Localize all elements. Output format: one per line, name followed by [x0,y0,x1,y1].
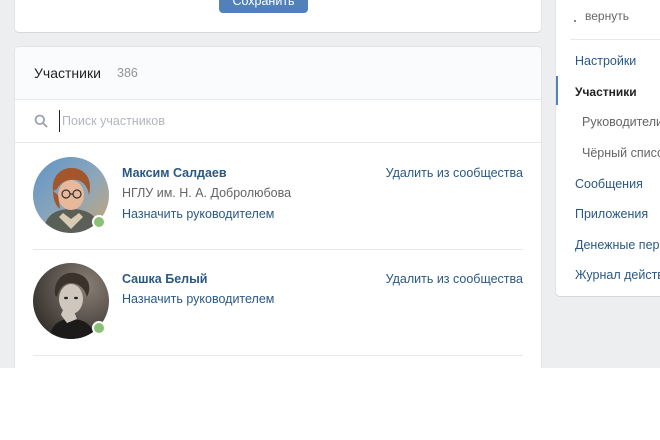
active-indicator [556,76,558,105]
member-subtitle: НГЛУ им. Н. А. Добролюбова [122,186,292,200]
menu-item-money-transfers[interactable]: Денежные переводы [575,238,660,252]
top-card: Сохранить [15,0,541,32]
return-link[interactable]: вернуть [585,9,629,23]
members-card: Участники 386 Поиск участников Максим Са… [15,47,541,368]
remove-member-link[interactable]: Удалить из сообщества [386,166,523,180]
online-indicator [92,215,106,229]
menu-item-messages[interactable]: Сообщения [575,177,643,191]
page-title: Участники [34,65,101,81]
community-menu: вернуть Настройки Участники Руководители… [556,0,660,296]
member-name[interactable]: Сашка Белый [122,272,207,286]
menu-item-settings[interactable]: Настройки [575,54,636,68]
online-indicator [92,321,106,335]
menu-item-apps[interactable]: Приложения [575,207,648,221]
menu-item-members[interactable]: Участники [575,85,637,99]
remove-member-link[interactable]: Удалить из сообщества [386,272,523,286]
bullet [574,20,576,22]
divider [570,39,660,40]
member-row: Максим Салдаев НГЛУ им. Н. А. Добролюбов… [33,143,523,250]
member-name[interactable]: Максим Салдаев [122,166,227,180]
assign-manager-link[interactable]: Назначить руководителем [122,207,274,221]
page: Сохранить Участники 386 Поиск участников… [0,0,660,368]
card-header: Участники 386 [15,47,541,100]
member-row: Сашка Белый Назначить руководителем Удал… [33,249,523,356]
search-input[interactable] [59,110,502,132]
menu-item-managers[interactable]: Руководители [582,115,660,129]
menu-item-action-log[interactable]: Журнал действий [575,268,660,282]
save-button[interactable]: Сохранить [219,0,308,13]
search-row [15,100,541,143]
menu-item-blacklist[interactable]: Чёрный список [582,146,660,160]
search-icon [34,114,48,128]
assign-manager-link[interactable]: Назначить руководителем [122,292,274,306]
members-count: 386 [117,66,138,80]
